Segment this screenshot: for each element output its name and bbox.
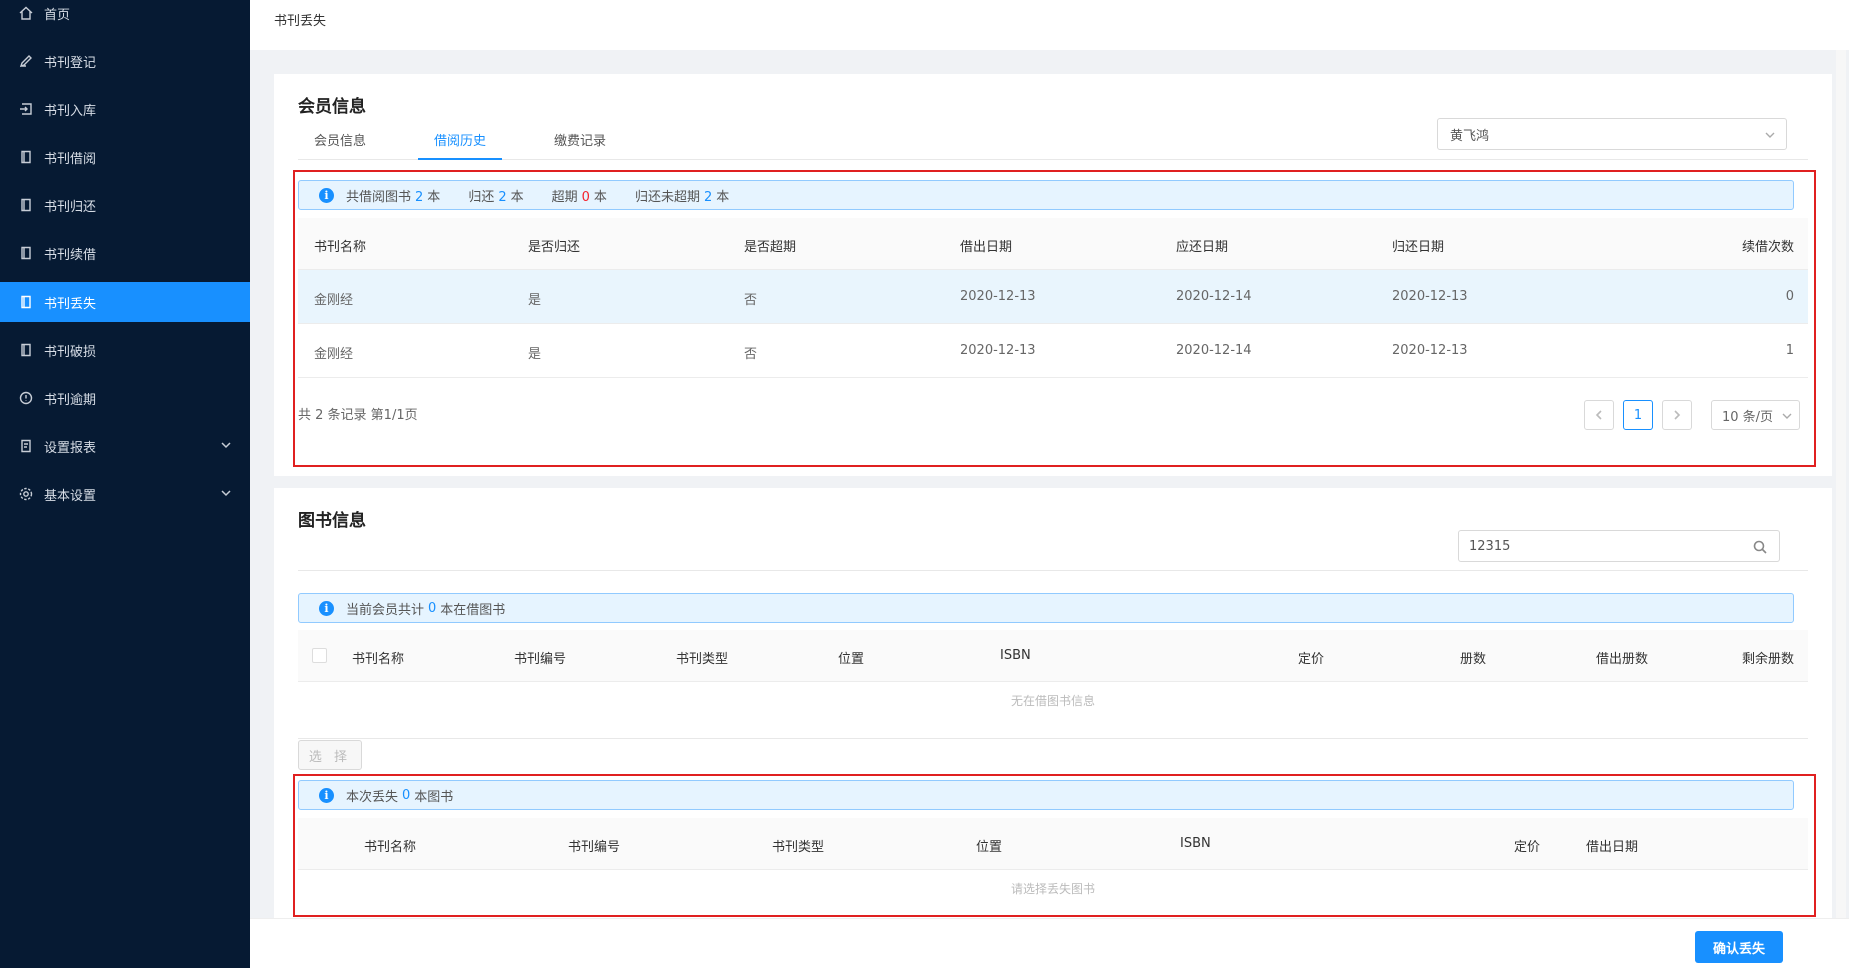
book-icon <box>18 245 34 261</box>
sidebar-item-label: 设置报表 <box>44 440 97 456</box>
sidebar-item-register[interactable]: 书刊登记 <box>0 41 250 81</box>
divider <box>298 570 1808 571</box>
highlight-box <box>293 774 1816 917</box>
sidebar-item-label: 书刊入库 <box>44 103 97 119</box>
select-button[interactable]: 选 择 <box>298 740 362 770</box>
borrowed-books-alert: i 当前会员共计 0 本在借图书 <box>298 593 1794 623</box>
member-select-value: 黄飞鸿 <box>1450 128 1490 144</box>
borrowed-count: 0 <box>428 600 437 616</box>
book-icon <box>18 294 34 310</box>
confirm-lost-button[interactable]: 确认丢失 <box>1695 931 1783 963</box>
sidebar-item-reports[interactable]: 设置报表 <box>0 426 250 466</box>
tab-payment-records[interactable]: 缴费记录 <box>538 130 622 160</box>
divider <box>298 738 1808 739</box>
column-header: 借出册数 <box>1596 652 1649 667</box>
pen-icon <box>18 53 34 69</box>
book-icon <box>18 342 34 358</box>
column-header: 位置 <box>838 652 865 667</box>
sidebar-item-borrow[interactable]: 书刊借阅 <box>0 137 250 177</box>
select-all-checkbox[interactable] <box>312 648 327 663</box>
borrowed-books-empty: 无在借图书信息 <box>1010 694 1095 708</box>
gear-icon <box>18 486 34 502</box>
sidebar-item-home[interactable]: 首页 <box>0 0 250 33</box>
sidebar: 首页 书刊登记 书刊入库 书刊借阅 书刊归还 书刊续借 书刊丢失 书刊破损 书刊… <box>0 0 250 968</box>
book-search-value: 12315 <box>1469 538 1511 554</box>
sidebar-item-renew[interactable]: 书刊续借 <box>0 233 250 273</box>
sidebar-item-label: 书刊登记 <box>44 55 97 71</box>
sidebar-item-stock-in[interactable]: 书刊入库 <box>0 89 250 129</box>
sidebar-item-label: 书刊续借 <box>44 247 97 263</box>
sidebar-item-label: 书刊破损 <box>44 344 97 360</box>
highlight-box <box>293 170 1816 467</box>
alert-suffix: 本在借图书 <box>440 602 506 618</box>
chevron-down-icon <box>220 439 232 451</box>
column-header: 书刊编号 <box>514 652 567 667</box>
column-header: 书刊类型 <box>676 652 729 667</box>
member-section-title: 会员信息 <box>298 97 366 117</box>
sidebar-item-damaged[interactable]: 书刊破损 <box>0 330 250 370</box>
chevron-down-icon <box>1764 129 1776 141</box>
column-header: 书刊名称 <box>352 652 405 667</box>
member-select[interactable]: 黄飞鸿 <box>1437 118 1787 150</box>
sidebar-item-label: 书刊归还 <box>44 199 97 215</box>
alert-prefix: 当前会员共计 <box>346 602 425 618</box>
search-icon <box>1753 540 1767 554</box>
book-search-input[interactable]: 12315 <box>1458 530 1780 562</box>
tab-borrow-history[interactable]: 借阅历史 <box>418 130 503 160</box>
scrollbar[interactable] <box>1836 50 1846 918</box>
column-header: 册数 <box>1460 652 1487 667</box>
sidebar-item-label: 基本设置 <box>44 488 97 504</box>
sidebar-item-settings[interactable]: 基本设置 <box>0 474 250 514</box>
clock-icon <box>18 390 34 406</box>
import-icon <box>18 101 34 117</box>
chevron-down-icon <box>220 487 232 499</box>
column-header: 定价 <box>1298 652 1325 667</box>
book-icon <box>18 149 34 165</box>
sidebar-item-label: 书刊丢失 <box>44 296 97 312</box>
sidebar-item-return[interactable]: 书刊归还 <box>0 185 250 225</box>
sidebar-item-label: 首页 <box>44 7 71 23</box>
report-icon <box>18 438 34 454</box>
home-icon <box>18 5 34 21</box>
column-header: 剩余册数 <box>1741 652 1794 667</box>
book-icon <box>18 197 34 213</box>
sidebar-item-label: 书刊逾期 <box>44 392 97 408</box>
borrowed-books-table-header: 书刊名称 书刊编号 书刊类型 位置 ISBN 定价 册数 借出册数 剩余册数 <box>298 630 1808 682</box>
sidebar-item-label: 书刊借阅 <box>44 151 97 167</box>
header: 书刊丢失 <box>250 0 1849 50</box>
books-section-title: 图书信息 <box>298 511 366 531</box>
breadcrumb: 书刊丢失 <box>274 14 327 29</box>
sidebar-item-lost[interactable]: 书刊丢失 <box>0 282 250 322</box>
column-header: ISBN <box>1000 648 1031 663</box>
info-icon: i <box>319 600 334 616</box>
tab-member-info[interactable]: 会员信息 <box>298 130 382 160</box>
sidebar-item-overdue[interactable]: 书刊逾期 <box>0 378 250 418</box>
footer-bar <box>250 918 1849 968</box>
